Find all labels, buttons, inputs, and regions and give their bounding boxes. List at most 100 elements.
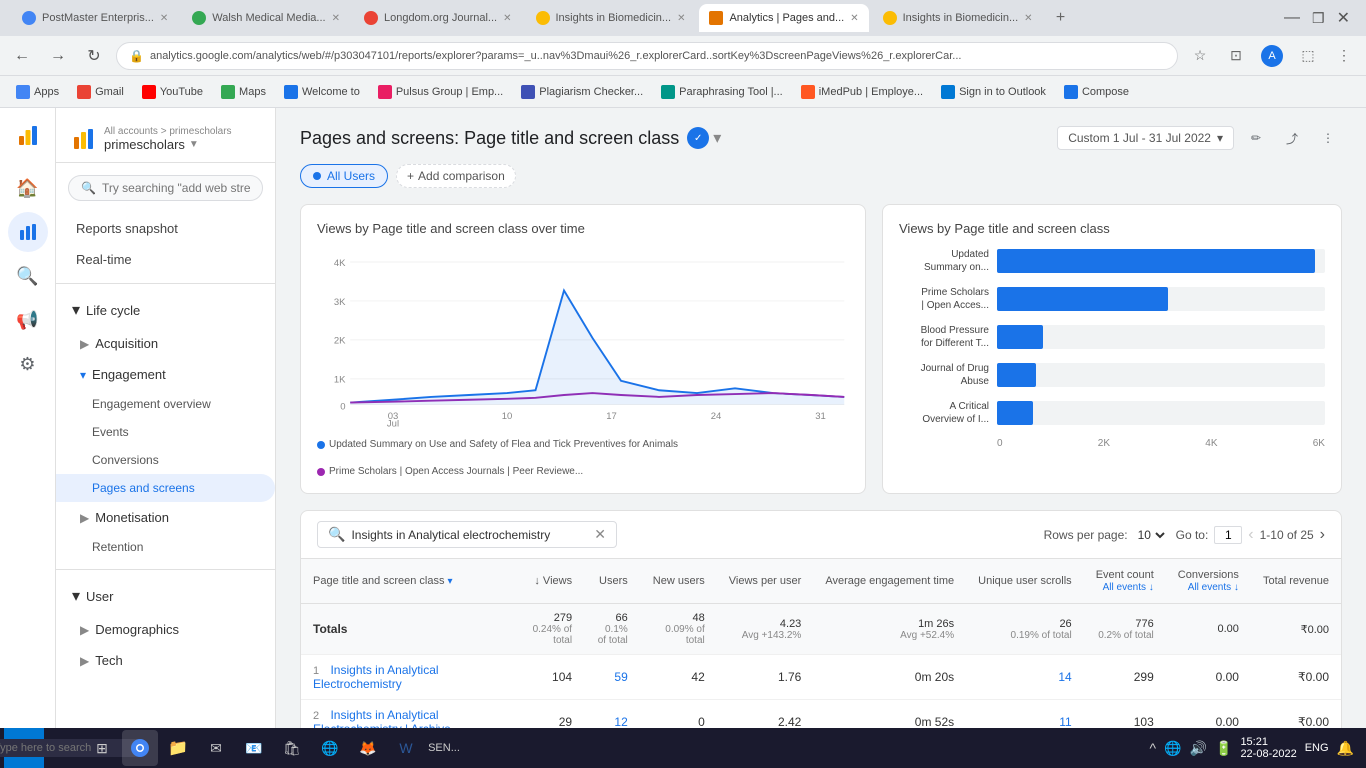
nav-monetisation[interactable]: ▶ Monetisation [56,502,275,533]
close-window-button[interactable]: ✕ [1337,8,1350,28]
nav-engagement[interactable]: ▾ Engagement [56,359,275,390]
customize-report-button[interactable]: ✏ [1242,124,1270,152]
table-search-container[interactable]: 🔍 ✕ [317,521,617,548]
bookmark-youtube[interactable]: YouTube [134,83,211,101]
nav-acquisition[interactable]: ▶ Acquisition [56,328,275,359]
col-header-page-title[interactable]: Page title and screen class ▾ [301,559,520,604]
extensions-icon[interactable]: ⬚ [1294,42,1322,70]
bookmark-compose[interactable]: Compose [1056,83,1137,101]
tab-close-insights1[interactable]: ✕ [677,13,685,24]
add-comparison-button[interactable]: + Add comparison [396,164,516,188]
col-header-revenue[interactable]: Total revenue [1251,559,1341,604]
bookmark-apps[interactable]: Apps [8,83,67,101]
taskbar-sen[interactable]: SEN... [426,730,462,766]
taskbar-search[interactable] [46,730,82,766]
taskbar-file-explorer[interactable]: 📁 [160,730,196,766]
taskbar-mail[interactable]: 📧 [236,730,272,766]
prev-page-button[interactable]: ‹ [1248,526,1253,544]
col-header-views[interactable]: ↓ Views [520,559,584,604]
bookmark-star-icon[interactable]: ☆ [1186,42,1214,70]
nav-lifecycle[interactable]: ▾ Life cycle [56,292,275,328]
nav-pages-screens[interactable]: Pages and screens [56,474,275,502]
ga-advertising-button[interactable]: 📢 [8,300,48,340]
profile-icon[interactable]: A [1258,42,1286,70]
all-users-filter[interactable]: All Users [300,164,388,188]
taskbar-edge[interactable]: 🌐 [312,730,348,766]
nav-user[interactable]: ▾ User [56,578,275,614]
tab-close-postmaster[interactable]: ✕ [160,13,168,24]
settings-icon[interactable]: ⋮ [1330,42,1358,70]
forward-button[interactable]: → [44,42,72,70]
col-header-conversions[interactable]: Conversions All events ↓ [1166,559,1251,604]
bookmark-maps[interactable]: Maps [213,83,274,101]
bookmark-welcome[interactable]: Welcome to [276,83,368,101]
nav-engagement-overview[interactable]: Engagement overview [56,390,275,418]
nav-events[interactable]: Events [56,418,275,446]
ga-explore-button[interactable]: 🔍 [8,256,48,296]
taskbar-up-arrow-icon[interactable]: ^ [1150,740,1157,756]
table-search-clear-button[interactable]: ✕ [594,526,606,543]
next-page-button[interactable]: › [1320,526,1325,544]
taskbar-notification-icon[interactable]: 🔔 [1337,740,1354,757]
rows-per-page-selector[interactable]: Rows per page: 10 25 50 [1044,527,1168,543]
row-1-page-title[interactable]: Insights in Analytical Electrochemistry [313,663,439,691]
nav-search-input[interactable] [102,181,250,195]
ga-configure-button[interactable]: ⚙ [8,344,48,384]
taskbar-firefox[interactable]: 🦊 [350,730,386,766]
restore-button[interactable]: ❒ [1312,10,1325,27]
go-to-page-input[interactable] [1214,526,1242,544]
tab-close-walsh[interactable]: ✕ [332,13,340,24]
col-sort-page-title[interactable]: Page title and screen class ▾ [313,575,508,587]
more-options-button[interactable]: ⋮ [1314,124,1342,152]
bookmark-gmail[interactable]: Gmail [69,83,132,101]
nav-reports-snapshot[interactable]: Reports snapshot [56,213,275,244]
nav-demographics[interactable]: ▶ Demographics [56,614,275,645]
nav-tech[interactable]: ▶ Tech [56,645,275,676]
new-tab-button[interactable]: + [1047,4,1075,32]
share-report-button[interactable]: ⤴ [1278,124,1306,152]
taskbar-chrome[interactable] [122,730,158,766]
reload-button[interactable]: ↻ [80,42,108,70]
taskbar-network-icon[interactable]: 🌐 [1164,740,1181,757]
table-search-input[interactable] [351,528,588,542]
back-button[interactable]: ← [8,42,36,70]
tab-postmaster[interactable]: PostMaster Enterpris... ✕ [12,4,178,32]
col-header-avg-engagement[interactable]: Average engagement time [813,559,966,604]
minimize-button[interactable]: — [1284,9,1300,27]
bookmark-imedpub[interactable]: iMedPub | Employe... [793,83,931,101]
cast-icon[interactable]: ⊡ [1222,42,1250,70]
taskbar-volume-icon[interactable]: 🔊 [1190,740,1207,757]
tab-walsh[interactable]: Walsh Medical Media... ✕ [182,4,350,32]
col-header-new-users[interactable]: New users [640,559,717,604]
taskbar-store[interactable]: 🛍 [274,730,310,766]
taskbar-battery-icon[interactable]: 🔋 [1215,740,1232,757]
bookmark-plagiarism[interactable]: Plagiarism Checker... [513,83,651,101]
tab-insights2[interactable]: Insights in Biomedicin... ✕ [873,4,1043,32]
tab-close-longdom[interactable]: ✕ [503,13,511,24]
bookmark-outlook[interactable]: Sign in to Outlook [933,83,1054,101]
col-header-users[interactable]: Users [584,559,640,604]
col-sort-views[interactable]: ↓ Views [532,575,572,587]
tab-close-analytics[interactable]: ✕ [850,13,858,24]
row-1-unique-scrolls[interactable]: 14 [966,655,1084,700]
row-1-users[interactable]: 59 [584,655,640,700]
col-header-unique-scrolls[interactable]: Unique user scrolls [966,559,1084,604]
col-header-event-count[interactable]: Event count All events ↓ [1084,559,1166,604]
ga-reports-button[interactable] [8,212,48,252]
account-name[interactable]: primescholars ▼ [104,137,232,152]
nav-retention[interactable]: Retention [56,533,275,561]
tab-analytics[interactable]: Analytics | Pages and... ✕ [699,4,868,32]
report-title-badge-area[interactable]: ✓ ▾ [687,127,721,149]
ga-home-button[interactable]: 🏠 [8,168,48,208]
col-header-views-per-user[interactable]: Views per user [717,559,814,604]
nav-conversions[interactable]: Conversions [56,446,275,474]
nav-realtime[interactable]: Real-time [56,244,275,275]
taskbar-word[interactable]: W [388,730,424,766]
date-range-picker[interactable]: Custom 1 Jul - 31 Jul 2022 ▾ [1057,126,1234,150]
address-input[interactable]: 🔒 analytics.google.com/analytics/web/#/p… [116,42,1178,70]
ga-logo-icon[interactable] [8,116,48,156]
bookmark-pulsus[interactable]: Pulsus Group | Emp... [370,83,511,101]
tab-insights1[interactable]: Insights in Biomedicin... ✕ [526,4,696,32]
tab-close-insights2[interactable]: ✕ [1024,13,1032,24]
taskbar-outlook[interactable]: ✉ [198,730,234,766]
